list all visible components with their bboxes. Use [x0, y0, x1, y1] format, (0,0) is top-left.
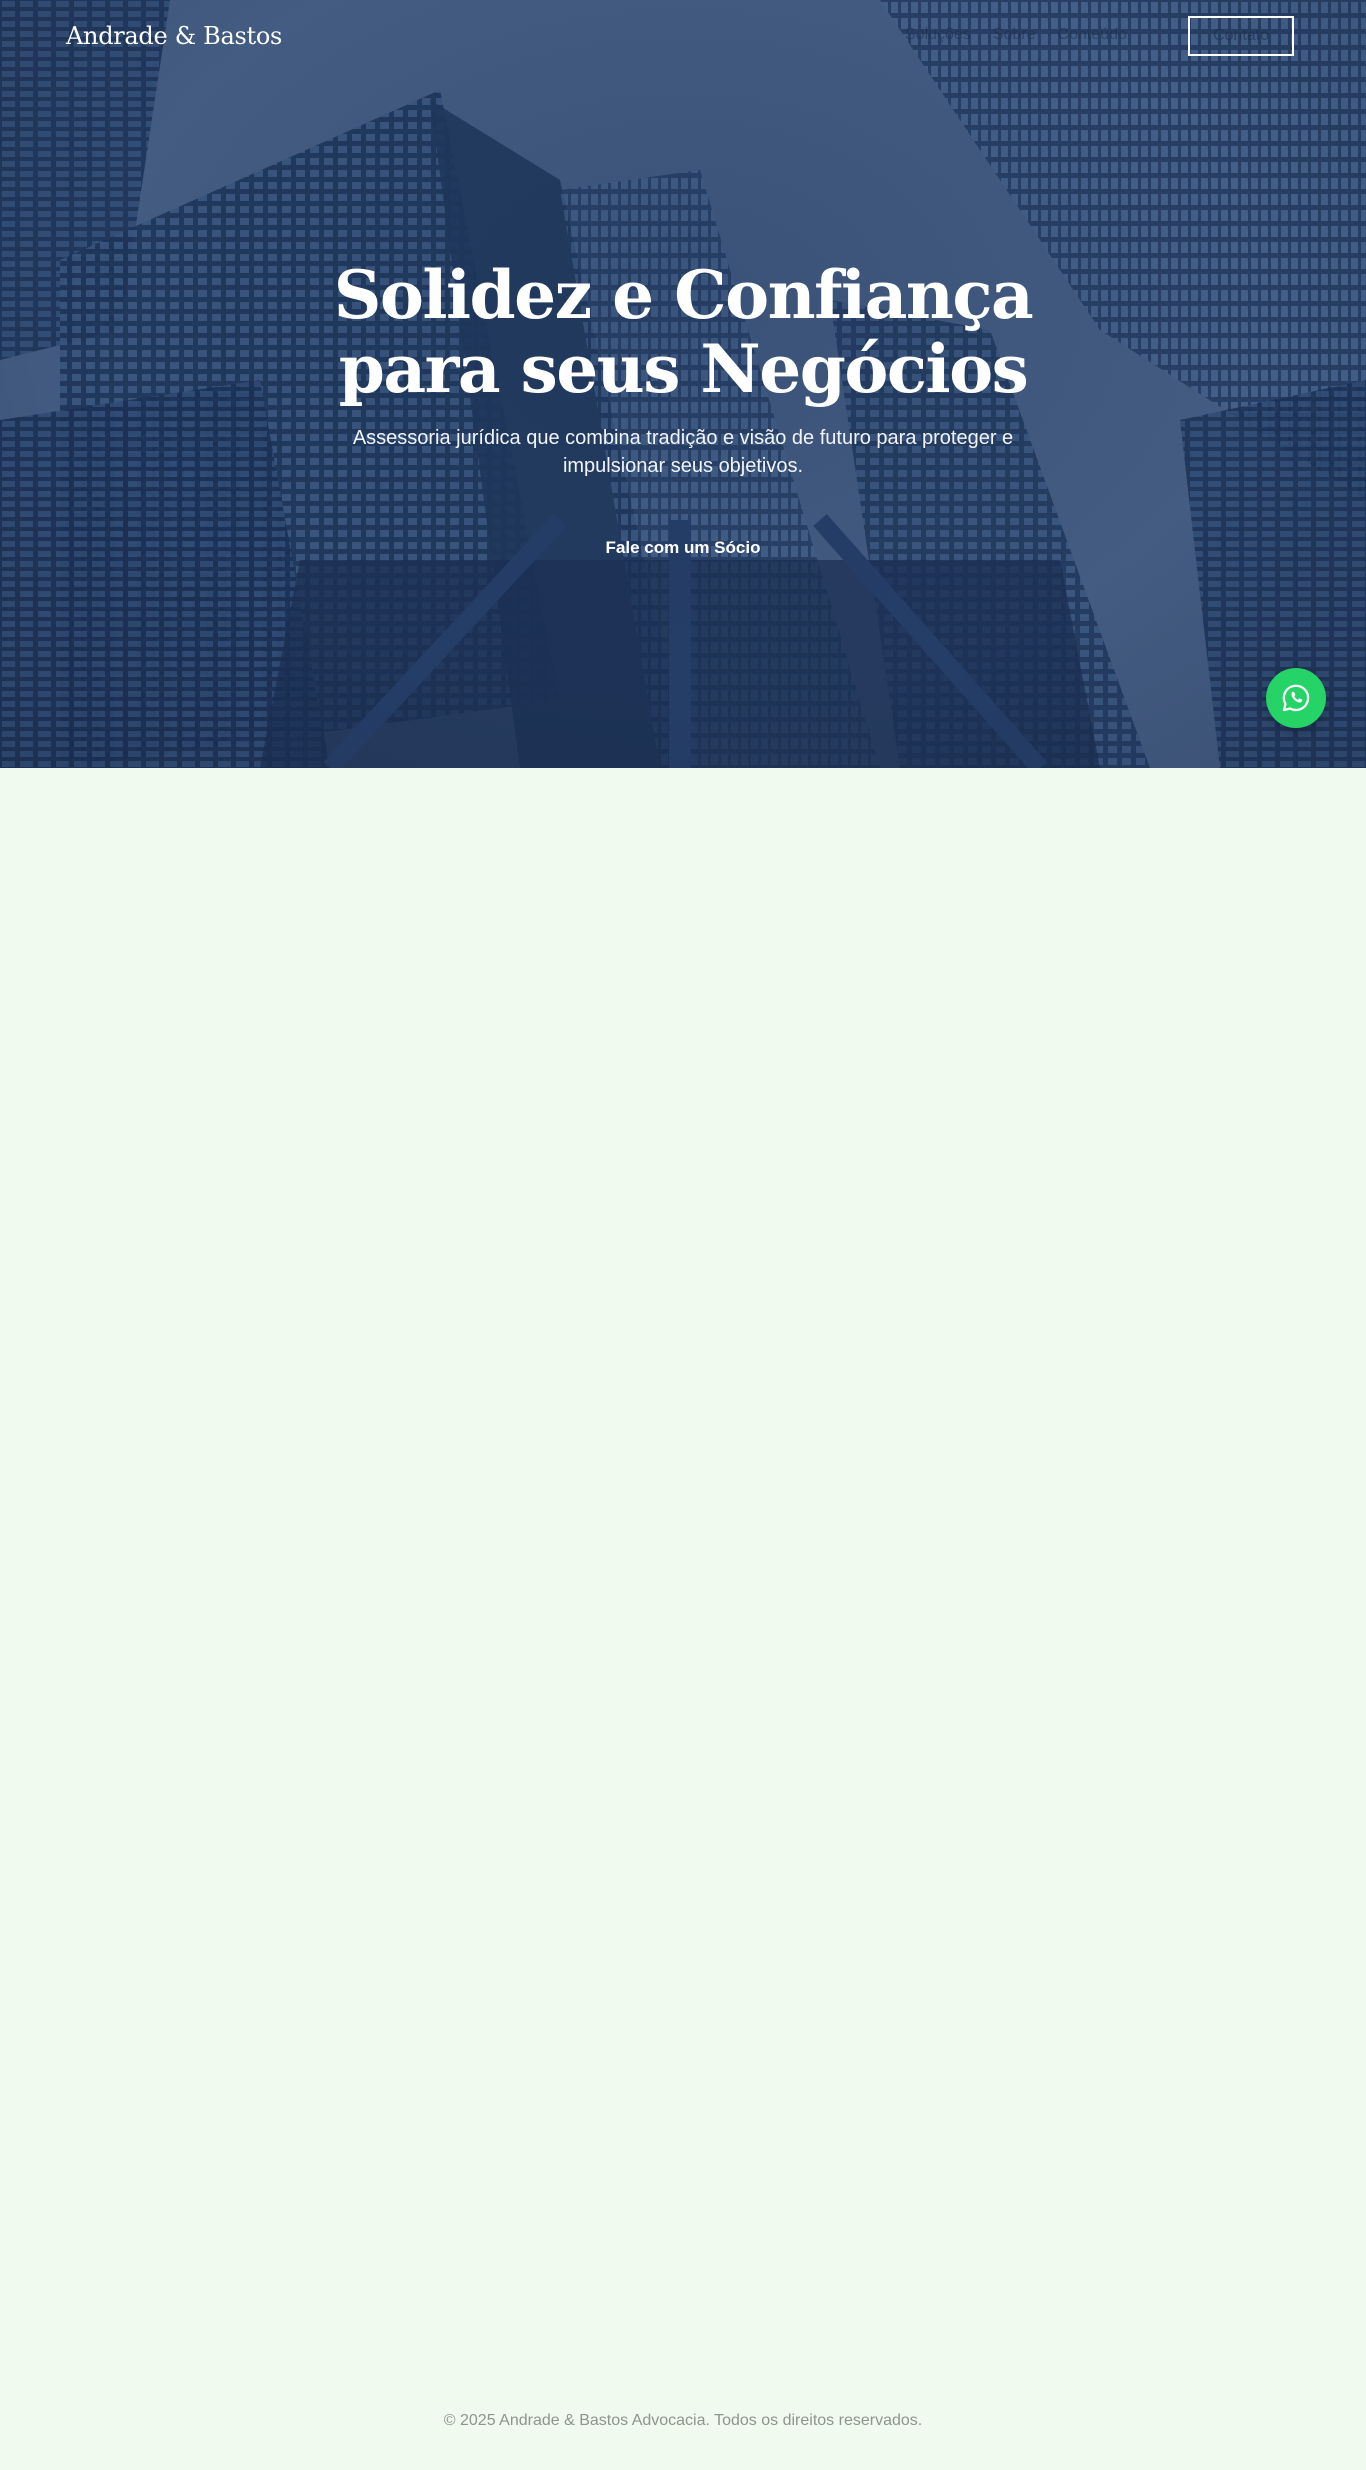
hero-section: Andrade & Bastos Soluções Sobre Conteúdo… [0, 0, 1366, 768]
nav-link-conteudo[interactable]: Conteúdo [1058, 26, 1127, 44]
footer: © 2025 Andrade & Bastos Advocacia. Todos… [0, 2412, 1366, 2430]
copyright-text: © 2025 Andrade & Bastos Advocacia. Todos… [443, 2412, 923, 2429]
brand-logo[interactable]: Andrade & Bastos [66, 22, 282, 50]
hero-subtitle: Assessoria jurídica que combina tradição… [352, 427, 1014, 477]
hero-content: Solidez e Confiança para seus Negócios A… [283, 258, 1083, 564]
hero-title-line-2: para seus Negócios [338, 330, 1029, 408]
top-navbar: Andrade & Bastos Soluções Sobre Conteúdo… [0, 0, 1366, 76]
whatsapp-button[interactable] [1266, 668, 1326, 728]
hero-title-line-1: Solidez e Confiança [333, 256, 1034, 334]
nav-link-solucoes[interactable]: Soluções [905, 26, 971, 44]
contact-button[interactable]: Contato [1188, 16, 1294, 56]
nav-link-sobre[interactable]: Sobre [993, 26, 1036, 44]
hero-title: Solidez e Confiança para seus Negócios [283, 258, 1083, 406]
nav-links: Soluções Sobre Conteúdo [905, 26, 1127, 44]
whatsapp-icon [1282, 684, 1310, 712]
talk-to-partner-button[interactable]: Fale com um Sócio [594, 532, 773, 564]
